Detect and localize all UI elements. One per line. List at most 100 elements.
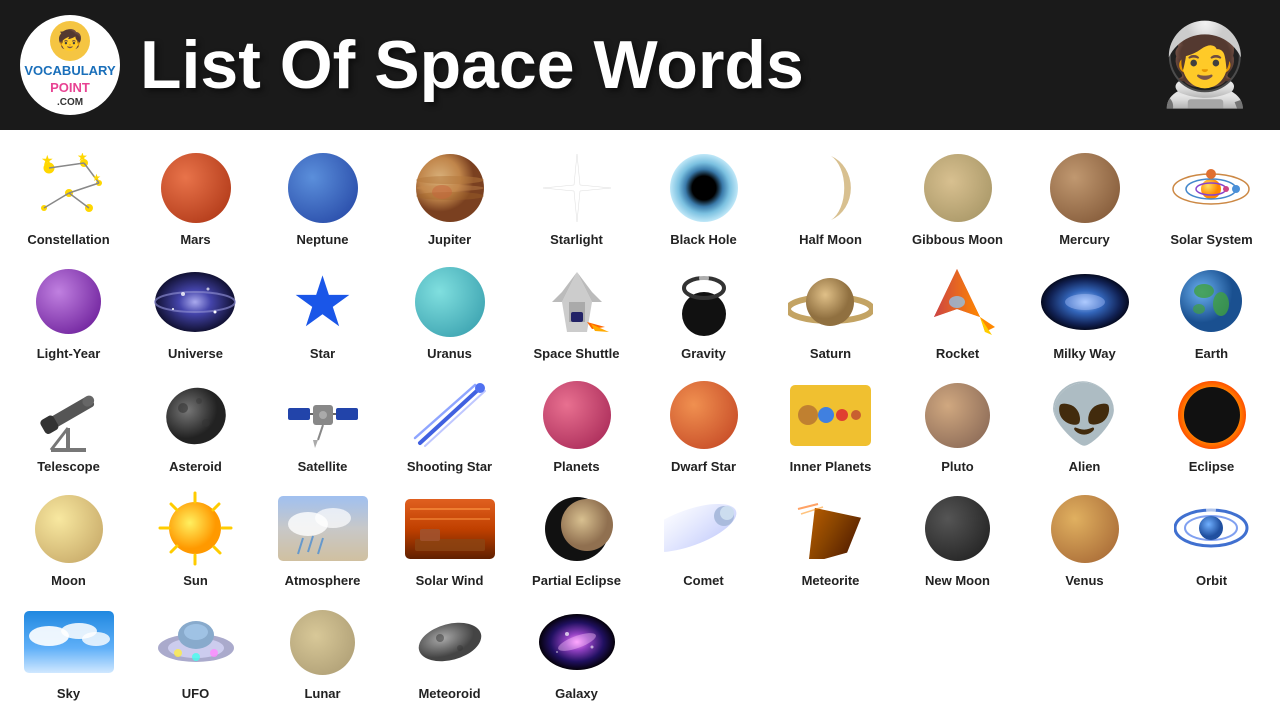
space-word-label: Comet [683, 573, 723, 589]
grid-item-pluto: Pluto [894, 367, 1021, 481]
rocket-icon [913, 262, 1003, 342]
space-word-label: Mars [180, 232, 210, 248]
universe-icon [151, 262, 241, 342]
space-word-label: Earth [1195, 346, 1228, 362]
gibbous-moon-icon [913, 148, 1003, 228]
satellite-icon [278, 375, 368, 455]
logo: 🧒 VOCABULARY POINT .COM [20, 15, 120, 115]
star-icon: ★ [278, 262, 368, 342]
planets-icon [532, 375, 622, 455]
telescope-icon [24, 375, 114, 455]
orbit-icon [1167, 489, 1257, 569]
asteroid-icon [151, 375, 241, 455]
space-word-label: UFO [182, 686, 209, 702]
grid-item-gravity: Gravity [640, 254, 767, 368]
grid-item-universe: Universe [132, 254, 259, 368]
saturn-icon [786, 262, 876, 342]
meteoroid-icon [405, 602, 495, 682]
space-word-label: Eclipse [1189, 459, 1235, 475]
neptune-icon [278, 148, 368, 228]
grid-item-neptune: Neptune [259, 140, 386, 254]
grid-item-meteorite: Meteorite [767, 481, 894, 595]
space-word-label: Alien [1069, 459, 1101, 475]
alien-icon: 👽 [1040, 375, 1130, 455]
grid-item-space-shuttle: Space Shuttle [513, 254, 640, 368]
grid-item-star: ★ Star [259, 254, 386, 368]
solar-wind-icon [405, 489, 495, 569]
dwarf-star-icon [659, 375, 749, 455]
grid-item-jupiter: Jupiter [386, 140, 513, 254]
space-word-label: Universe [168, 346, 223, 362]
venus-icon [1040, 489, 1130, 569]
space-word-label: Galaxy [555, 686, 598, 702]
grid-item-half-moon: Half Moon [767, 140, 894, 254]
space-word-label: Mercury [1059, 232, 1110, 248]
grid-item-shooting-star: Shooting Star [386, 367, 513, 481]
grid-item-asteroid: Asteroid [132, 367, 259, 481]
astronaut-icon: 🧑‍🚀 [1150, 10, 1260, 120]
grid-item-satellite: Satellite [259, 367, 386, 481]
space-word-label: Asteroid [169, 459, 222, 475]
sky-icon [24, 602, 114, 682]
shooting-star-icon [405, 375, 495, 455]
galaxy-icon [532, 602, 622, 682]
grid-item-partial-eclipse: Partial Eclipse [513, 481, 640, 595]
grid-item-dwarf-star: Dwarf Star [640, 367, 767, 481]
space-word-label: Venus [1065, 573, 1103, 589]
mars-icon [151, 148, 241, 228]
moon-icon [24, 489, 114, 569]
grid-item-uranus: Uranus [386, 254, 513, 368]
space-word-label: Shooting Star [407, 459, 492, 475]
grid-item-moon: Moon [5, 481, 132, 595]
space-word-label: Meteorite [802, 573, 860, 589]
grid-item-gibbous-moon: Gibbous Moon [894, 140, 1021, 254]
space-word-label: Constellation [27, 232, 109, 248]
space-word-label: New Moon [925, 573, 990, 589]
grid-item-orbit: Orbit [1148, 481, 1275, 595]
eclipse-icon [1167, 375, 1257, 455]
space-word-label: Half Moon [799, 232, 862, 248]
logo-vocab: VOCABULARY [24, 63, 115, 80]
mascot-icon: 🧒 [50, 21, 90, 61]
header: 🧒 VOCABULARY POINT .COM List Of Space Wo… [0, 0, 1280, 130]
partial-eclipse-icon [532, 489, 622, 569]
grid-item-ufo: UFO [132, 594, 259, 708]
grid-item-new-moon: New Moon [894, 481, 1021, 595]
black-hole-icon [659, 148, 749, 228]
grid-item-mars: Mars [132, 140, 259, 254]
uranus-icon [405, 262, 495, 342]
space-shuttle-icon [532, 262, 622, 342]
svg-text:★: ★ [92, 173, 101, 184]
space-word-label: Starlight [550, 232, 603, 248]
grid-item-mercury: Mercury [1021, 140, 1148, 254]
page-title: List Of Space Words [140, 26, 1150, 104]
space-word-label: Planets [553, 459, 599, 475]
pluto-icon [913, 375, 1003, 455]
space-word-label: Rocket [936, 346, 979, 362]
space-word-label: Lunar [304, 686, 340, 702]
grid-item-meteoroid: Meteoroid [386, 594, 513, 708]
comet-icon [659, 489, 749, 569]
grid-item-comet: Comet [640, 481, 767, 595]
space-word-label: Star [310, 346, 335, 362]
starlight-icon [532, 148, 622, 228]
mercury-icon [1040, 148, 1130, 228]
jupiter-icon [405, 148, 495, 228]
gravity-icon [659, 262, 749, 342]
space-word-label: Milky Way [1053, 346, 1115, 362]
grid-item-light-year: Light-Year [5, 254, 132, 368]
ufo-icon [151, 602, 241, 682]
space-word-label: Dwarf Star [671, 459, 736, 475]
grid-item-earth: Earth [1148, 254, 1275, 368]
space-word-label: Neptune [297, 232, 349, 248]
space-word-label: Atmosphere [285, 573, 361, 589]
space-word-label: Orbit [1196, 573, 1227, 589]
space-word-label: Satellite [298, 459, 348, 475]
grid-item-lunar: Lunar [259, 594, 386, 708]
grid-item-milky-way: Milky Way [1021, 254, 1148, 368]
grid-item-planets: Planets [513, 367, 640, 481]
space-word-label: Jupiter [428, 232, 471, 248]
space-word-label: Light-Year [37, 346, 101, 362]
inner-planets-icon [786, 375, 876, 455]
grid-item-venus: Venus [1021, 481, 1148, 595]
